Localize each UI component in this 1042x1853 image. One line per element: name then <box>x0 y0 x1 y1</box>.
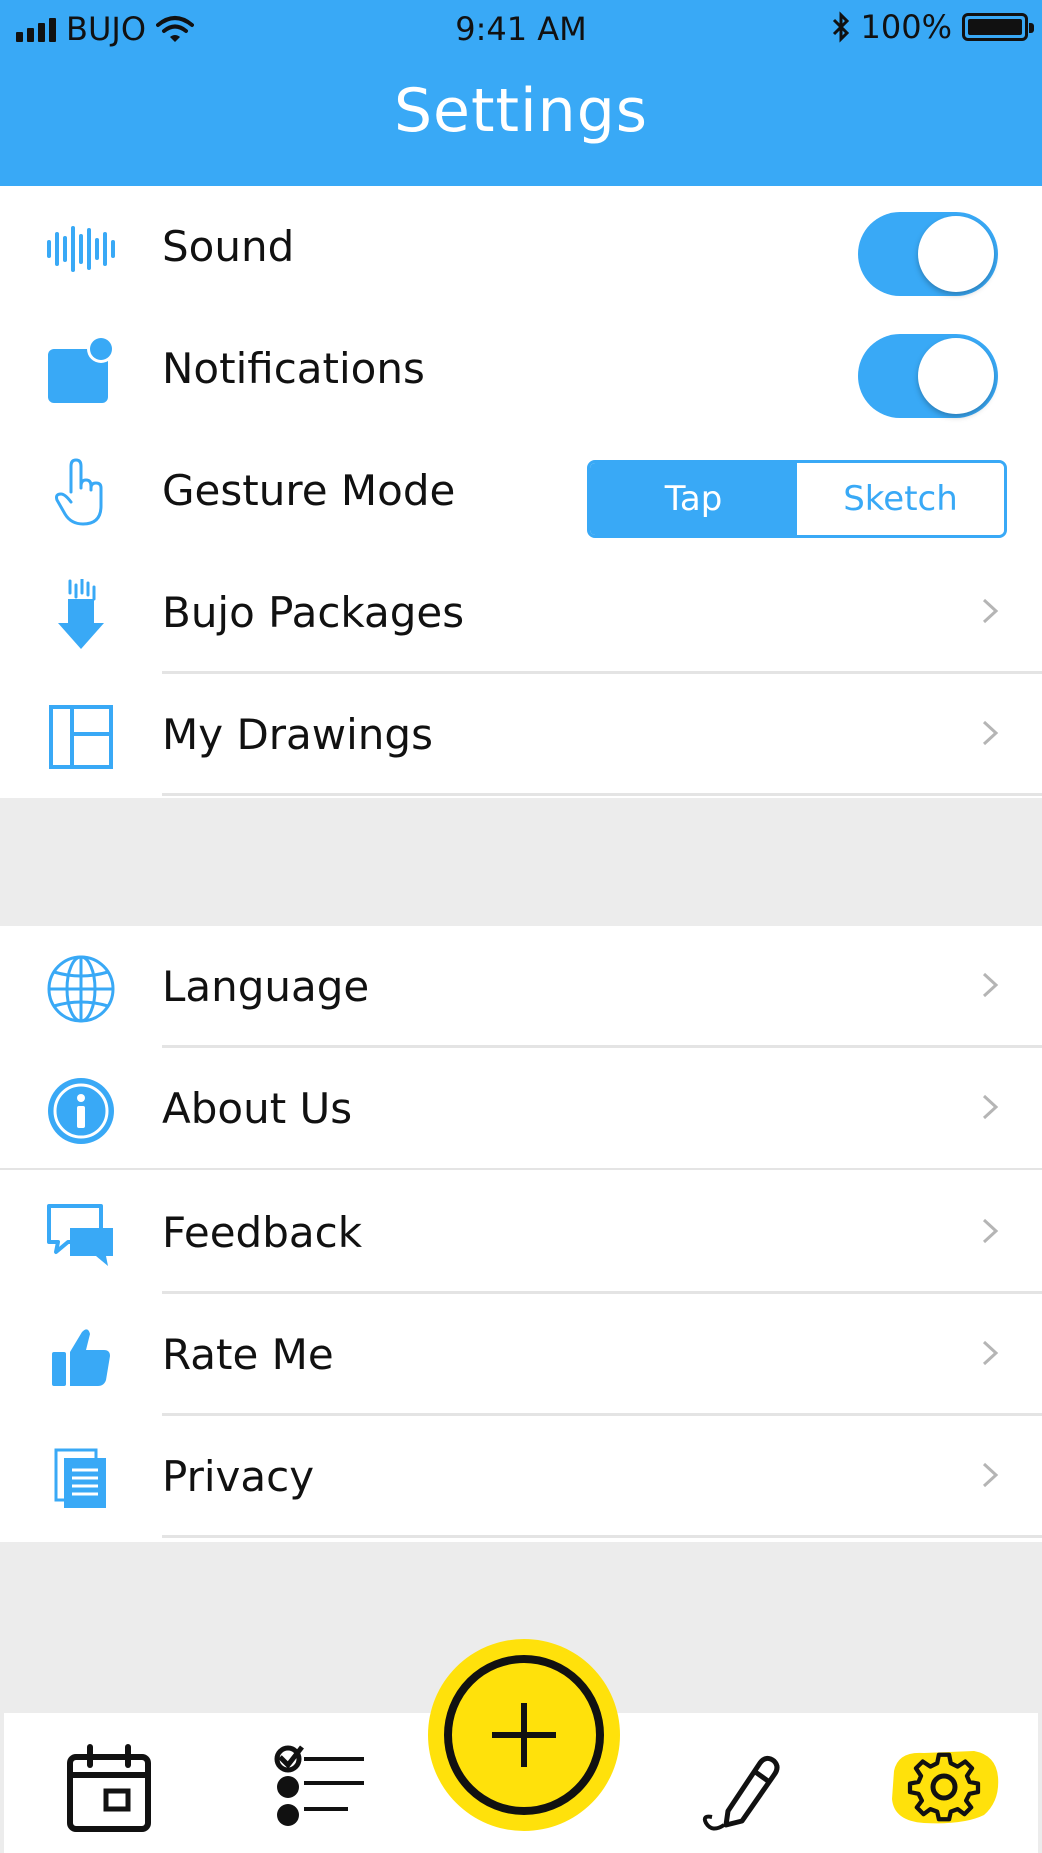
privacy-row[interactable]: Privacy <box>0 1416 1042 1538</box>
notifications-label: Notifications <box>162 344 425 393</box>
document-icon <box>40 1448 122 1510</box>
notifications-row: Notifications <box>0 308 1042 430</box>
calendar-tab[interactable] <box>62 1741 158 1837</box>
sound-toggle[interactable] <box>858 212 998 296</box>
chevron-right-icon <box>982 598 999 624</box>
thumbs-up-icon <box>40 1326 122 1388</box>
header-bar: BUJO 9:41 AM 100% Settings <box>0 0 1042 186</box>
row-divider <box>0 1168 1042 1170</box>
globe-icon <box>40 955 122 1023</box>
about-us-label: About Us <box>162 1084 353 1133</box>
language-row[interactable]: Language <box>0 926 1042 1048</box>
row-divider <box>162 1535 1042 1538</box>
sound-label: Sound <box>162 222 295 271</box>
battery-icon <box>962 13 1034 41</box>
add-icon <box>492 1703 556 1767</box>
gesture-mode-label: Gesture Mode <box>162 466 456 515</box>
my-drawings-label: My Drawings <box>162 710 433 759</box>
privacy-label: Privacy <box>162 1452 315 1501</box>
settings-group-about: Language About Us Feedback Rate Me Priva… <box>0 926 1042 1542</box>
gear-icon <box>892 1751 999 1824</box>
tasks-tab[interactable] <box>268 1741 368 1837</box>
add-button-ring <box>444 1655 604 1815</box>
layout-grid-icon <box>40 705 122 769</box>
page-title: Settings <box>393 76 649 146</box>
chevron-right-icon <box>982 720 999 746</box>
notifications-toggle[interactable] <box>858 334 998 418</box>
gesture-mode-row: Gesture Mode Tap Sketch <box>0 430 1042 552</box>
download-arrow-icon <box>40 579 122 649</box>
about-us-row[interactable]: About Us <box>0 1048 1042 1170</box>
bujo-packages-label: Bujo Packages <box>162 588 465 637</box>
gesture-mode-segmented-control: Tap Sketch <box>587 460 1007 538</box>
notification-badge-icon <box>40 337 122 403</box>
bluetooth-icon <box>832 11 849 43</box>
chevron-right-icon <box>982 1218 999 1244</box>
chevron-right-icon <box>982 972 999 998</box>
draw-tab[interactable] <box>694 1741 790 1837</box>
segment-tap[interactable]: Tap <box>590 463 797 535</box>
row-divider <box>162 793 1042 796</box>
chevron-right-icon <box>982 1094 999 1120</box>
battery-percent: 100% <box>860 8 952 46</box>
rate-me-row[interactable]: Rate Me <box>0 1294 1042 1416</box>
language-label: Language <box>162 962 370 1011</box>
chat-bubbles-icon <box>40 1204 122 1266</box>
settings-tab[interactable] <box>884 1741 1004 1837</box>
status-bar: BUJO 9:41 AM 100% <box>0 0 1042 60</box>
bujo-packages-row[interactable]: Bujo Packages <box>0 552 1042 674</box>
chevron-right-icon <box>982 1340 999 1366</box>
chevron-right-icon <box>982 1462 999 1488</box>
sound-row: Sound <box>0 186 1042 308</box>
hand-pointer-icon <box>40 458 122 526</box>
add-button[interactable] <box>428 1639 620 1831</box>
info-icon <box>40 1078 122 1144</box>
calendar-icon <box>67 1744 151 1832</box>
my-drawings-row[interactable]: My Drawings <box>0 674 1042 796</box>
settings-group-general: Sound Notifications Gesture Mode Tap Ske… <box>0 186 1042 798</box>
feedback-row[interactable]: Feedback <box>0 1172 1042 1294</box>
checklist-icon <box>274 1745 364 1826</box>
feedback-label: Feedback <box>162 1208 363 1257</box>
pen-icon <box>702 1755 780 1831</box>
rate-me-label: Rate Me <box>162 1330 334 1379</box>
sound-wave-icon <box>40 218 122 280</box>
segment-sketch[interactable]: Sketch <box>797 463 1004 535</box>
